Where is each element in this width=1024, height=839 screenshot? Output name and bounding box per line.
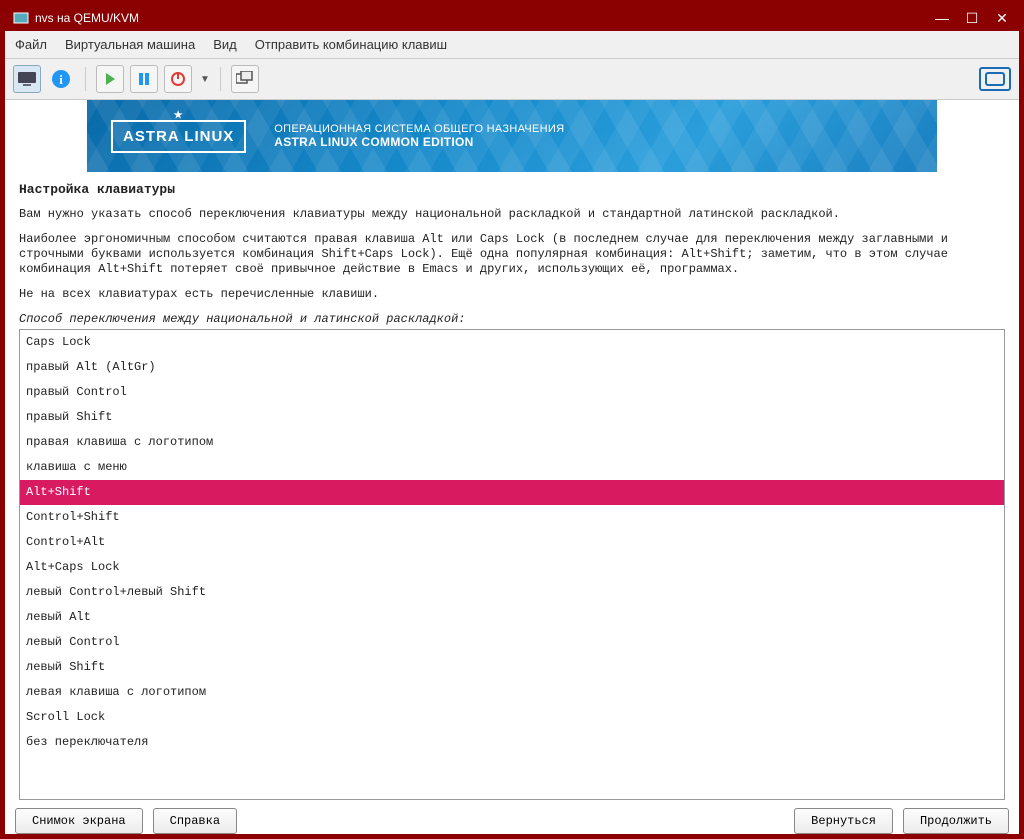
list-item[interactable]: Scroll Lock bbox=[20, 705, 1004, 730]
menu-virtual-machine[interactable]: Виртуальная машина bbox=[65, 37, 195, 52]
list-item[interactable]: левый Control+левый Shift bbox=[20, 580, 1004, 605]
list-item[interactable]: клавиша с меню bbox=[20, 455, 1004, 480]
layout-switch-listbox[interactable]: Caps Lockправый Alt (AltGr)правый Contro… bbox=[19, 329, 1005, 800]
list-item[interactable]: левый Shift bbox=[20, 655, 1004, 680]
back-button[interactable]: Вернуться bbox=[794, 808, 893, 834]
menu-send-keys[interactable]: Отправить комбинацию клавиш bbox=[255, 37, 447, 52]
close-button[interactable]: ✕ bbox=[993, 9, 1011, 27]
list-item[interactable]: левая клавиша с логотипом bbox=[20, 680, 1004, 705]
menu-bar: Файл Виртуальная машина Вид Отправить ко… bbox=[5, 31, 1019, 59]
list-item[interactable]: Caps Lock bbox=[20, 330, 1004, 355]
power-button[interactable] bbox=[164, 65, 192, 93]
snapshots-button[interactable] bbox=[231, 65, 259, 93]
list-item[interactable]: правая клавиша с логотипом bbox=[20, 430, 1004, 455]
list-item[interactable]: без переключателя bbox=[20, 730, 1004, 755]
list-item[interactable]: правый Alt (AltGr) bbox=[20, 355, 1004, 380]
paragraph-1: Вам нужно указать способ переключения кл… bbox=[19, 207, 1005, 222]
play-button[interactable] bbox=[96, 65, 124, 93]
list-heading: Способ переключения между национальной и… bbox=[19, 312, 1005, 326]
list-item[interactable]: Alt+Caps Lock bbox=[20, 555, 1004, 580]
toolbar: i ▼ bbox=[5, 59, 1019, 100]
help-button[interactable]: Справка bbox=[153, 808, 237, 834]
list-item[interactable]: правый Shift bbox=[20, 405, 1004, 430]
list-item[interactable]: Control+Shift bbox=[20, 505, 1004, 530]
list-item[interactable]: правый Control bbox=[20, 380, 1004, 405]
menu-file[interactable]: Файл bbox=[15, 37, 47, 52]
page-title: Настройка клавиатуры bbox=[19, 182, 1005, 197]
maximize-button[interactable]: ☐ bbox=[963, 9, 981, 27]
vm-display: ASTRA LINUX ОПЕРАЦИОННАЯ СИСТЕМА ОБЩЕГО … bbox=[5, 100, 1019, 834]
installer-body: Настройка клавиатуры Вам нужно указать с… bbox=[5, 172, 1019, 800]
paragraph-3: Не на всех клавиатурах есть перечисленны… bbox=[19, 287, 1005, 302]
list-item[interactable]: Alt+Shift bbox=[20, 480, 1004, 505]
banner-edition: ASTRA LINUX COMMON EDITION bbox=[274, 135, 564, 149]
console-button[interactable] bbox=[13, 65, 41, 93]
minimize-button[interactable]: — bbox=[933, 9, 951, 27]
banner-subtitle: ОПЕРАЦИОННАЯ СИСТЕМА ОБЩЕГО НАЗНАЧЕНИЯ bbox=[274, 123, 564, 135]
continue-button[interactable]: Продолжить bbox=[903, 808, 1009, 834]
fullscreen-button[interactable] bbox=[979, 67, 1011, 91]
window-title: nvs на QEMU/KVM bbox=[35, 11, 933, 25]
paragraph-2: Наиболее эргономичным способом считаются… bbox=[19, 232, 1005, 277]
info-button[interactable]: i bbox=[47, 65, 75, 93]
list-item[interactable]: Control+Alt bbox=[20, 530, 1004, 555]
pause-button[interactable] bbox=[130, 65, 158, 93]
title-bar: nvs на QEMU/KVM — ☐ ✕ bbox=[5, 5, 1019, 31]
app-icon bbox=[13, 10, 29, 26]
screenshot-button[interactable]: Снимок экрана bbox=[15, 808, 143, 834]
toolbar-separator bbox=[85, 67, 86, 91]
astra-logo: ASTRA LINUX bbox=[111, 120, 246, 153]
menu-view[interactable]: Вид bbox=[213, 37, 237, 52]
button-bar: Снимок экрана Справка Вернуться Продолжи… bbox=[5, 800, 1019, 834]
power-dropdown-icon[interactable]: ▼ bbox=[200, 74, 210, 85]
toolbar-separator bbox=[220, 67, 221, 91]
list-item[interactable]: левый Control bbox=[20, 630, 1004, 655]
list-item[interactable]: левый Alt bbox=[20, 605, 1004, 630]
svg-text:i: i bbox=[59, 72, 63, 87]
astra-banner: ASTRA LINUX ОПЕРАЦИОННАЯ СИСТЕМА ОБЩЕГО … bbox=[87, 100, 937, 172]
